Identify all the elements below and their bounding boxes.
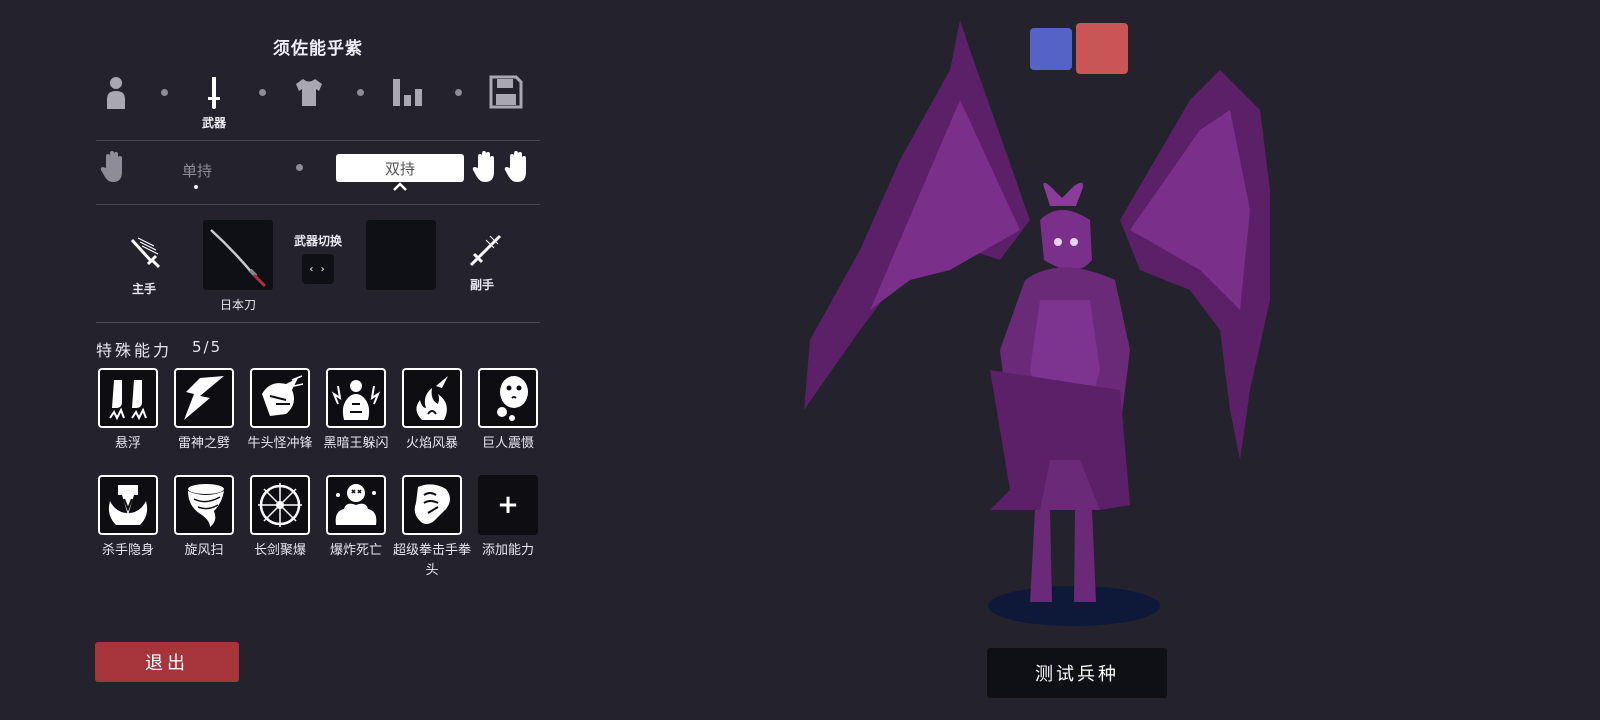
step-clothing[interactable] — [289, 72, 329, 112]
ability-label: 长剑聚爆 — [253, 543, 306, 558]
main-weapon-slot[interactable] — [203, 220, 273, 290]
explode-death-icon — [326, 475, 386, 535]
dual-hands-icon — [472, 150, 532, 188]
chevron-up-icon — [393, 182, 407, 191]
ability-slot[interactable]: 旋风扫 — [172, 475, 236, 561]
off-hand-weapon-slot[interactable] — [366, 220, 436, 290]
step-dot — [455, 89, 462, 96]
ability-label: 雷神之劈 — [177, 436, 230, 451]
test-unit-button[interactable]: 测试兵种 — [987, 648, 1167, 698]
off-hand-label: 副手 — [469, 278, 494, 292]
sword-icon — [208, 77, 220, 109]
ability-slot[interactable]: 雷神之劈 — [172, 368, 236, 454]
weapon-swap-label: 武器切换 — [293, 234, 342, 248]
ability-label: 黑暗王躲闪 — [323, 436, 389, 451]
giant-roar-icon — [478, 368, 538, 428]
ability-slot[interactable]: 超级拳击手拳头 — [393, 475, 471, 581]
shirt-icon — [296, 79, 322, 106]
minotaur-charge-icon — [250, 368, 310, 428]
single-hand-icon — [100, 150, 130, 188]
dark-dodge-icon — [326, 368, 386, 428]
unit-name[interactable]: 须佐能乎紫 — [96, 34, 540, 59]
lightning-icon — [174, 368, 234, 428]
off-hand-sword-icon — [469, 234, 502, 267]
step-dot — [259, 89, 266, 96]
weapon-slots: 主手 日本刀 武器切换 ‹ › 副手 — [96, 218, 540, 318]
step-save[interactable] — [486, 72, 526, 112]
ability-label: 爆炸死亡 — [329, 543, 382, 558]
step-dot — [357, 89, 364, 96]
ability-slot[interactable]: 火焰风暴 — [400, 368, 464, 454]
option-dot — [296, 164, 303, 171]
ability-label: 火焰风暴 — [405, 436, 458, 451]
ability-slot[interactable]: 杀手隐身 — [96, 475, 160, 561]
sword-burst-icon — [250, 475, 310, 535]
exit-button[interactable]: 退出 — [95, 642, 239, 682]
add-ability-slot[interactable]: + 添加能力 — [476, 475, 540, 561]
hold-style-row: 单持 双持 — [96, 146, 540, 198]
step-weapon-label: 武器 — [201, 116, 226, 130]
main-hand-label: 主手 — [131, 282, 156, 296]
main-hand-sword-icon — [130, 237, 161, 269]
step-character[interactable] — [96, 72, 136, 112]
divider — [96, 322, 540, 323]
ability-slot[interactable]: 长剑聚爆 — [248, 475, 312, 561]
ability-slot[interactable]: 牛头怪冲锋 — [247, 368, 313, 454]
ability-label: 旋风扫 — [184, 543, 224, 558]
abilities-count: 5/5 — [192, 338, 223, 356]
main-weapon-name: 日本刀 — [219, 298, 256, 312]
weapon-swap-button[interactable]: ‹ › — [302, 254, 334, 284]
unit-preview-figure[interactable] — [800, 10, 1320, 630]
super-punch-icon — [402, 475, 462, 535]
ability-label: 杀手隐身 — [101, 543, 154, 558]
fire-storm-icon — [402, 368, 462, 428]
ability-label: 巨人震慑 — [481, 436, 534, 451]
katana-icon — [210, 229, 267, 288]
step-dot — [161, 89, 168, 96]
ability-label: 悬浮 — [114, 436, 141, 451]
bar-chart-icon — [393, 79, 422, 106]
ability-slot[interactable]: 悬浮 — [96, 368, 160, 454]
person-icon — [107, 77, 125, 109]
ability-label: 牛头怪冲锋 — [247, 436, 313, 451]
editor-steps: 武器 — [96, 72, 540, 132]
whirlwind-icon — [174, 475, 234, 535]
save-icon — [489, 75, 523, 109]
ability-slot[interactable]: 巨人震慑 — [476, 368, 540, 454]
single-hold-option[interactable]: 单持 — [172, 160, 222, 181]
selection-dot — [194, 185, 198, 189]
levitate-icon — [98, 368, 158, 428]
ability-label: 添加能力 — [481, 543, 534, 558]
assassin-stealth-icon — [98, 475, 158, 535]
dual-hold-option[interactable]: 双持 — [336, 154, 464, 182]
divider — [96, 140, 540, 141]
step-stats[interactable] — [388, 72, 428, 112]
step-weapon[interactable] — [194, 72, 234, 112]
ability-slot[interactable]: 爆炸死亡 — [324, 475, 388, 561]
ability-slot[interactable]: 黑暗王躲闪 — [323, 368, 389, 454]
abilities-title: 特殊能力 — [96, 341, 173, 360]
plus-icon: + — [478, 475, 538, 535]
ability-label: 超级拳击手拳头 — [393, 543, 472, 578]
divider — [96, 204, 540, 205]
unit-editor-panel: 须佐能乎紫 武器 单持 双持 主手 日本刀 武器切换 ‹ › 副手 特殊能力 5… — [96, 0, 540, 720]
